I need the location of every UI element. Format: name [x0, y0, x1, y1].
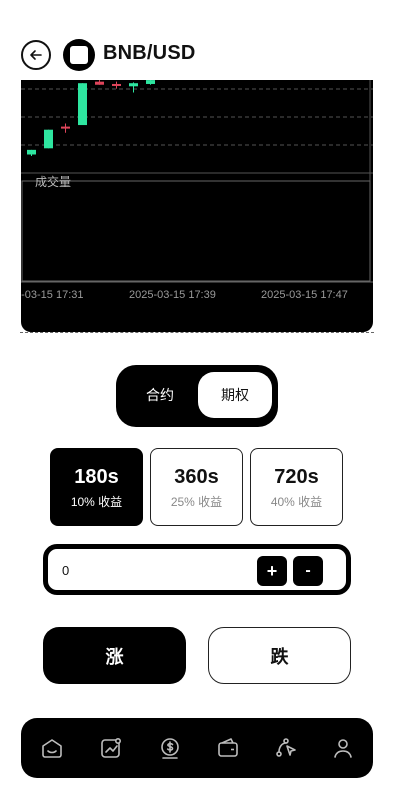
- wallet-icon[interactable]: [216, 736, 240, 760]
- candle-body: [129, 83, 138, 87]
- candle-body: [44, 129, 53, 149]
- price-grid: [21, 88, 373, 146]
- coin-dollar-icon[interactable]: [158, 736, 182, 760]
- candle-body: [27, 149, 36, 155]
- duration-card-720s[interactable]: 720s 40% 收益: [250, 448, 343, 526]
- time-label: 2025-03-15 17:39: [129, 289, 216, 301]
- time-label: 2025-03-15 17:47: [261, 289, 348, 301]
- candle-body: [112, 83, 121, 86]
- buy-up-button[interactable]: 涨: [43, 627, 186, 684]
- candle-body: [78, 83, 87, 126]
- candle-body: [95, 81, 104, 85]
- page-title: BNB/USD: [103, 42, 196, 64]
- tab-options[interactable]: 期权: [198, 372, 272, 418]
- bottom-nav: [21, 718, 373, 778]
- candlestick-chart[interactable]: 成交量 5-03-15 17:31 2025-03-15 17:39 2025-…: [21, 80, 373, 332]
- duration-card-360s[interactable]: 360s 25% 收益: [150, 448, 243, 526]
- duration-yield: 10% 收益: [70, 494, 123, 509]
- back-button[interactable]: [21, 40, 51, 70]
- duration-time: 180s: [74, 465, 119, 488]
- amount-input[interactable]: [60, 556, 244, 584]
- duration-time: 720s: [274, 465, 319, 488]
- volume-pane: [21, 180, 371, 282]
- volume-label: 成交量: [35, 174, 71, 189]
- trade-type-toggle: 合约 期权: [116, 365, 278, 427]
- share-network-icon[interactable]: [274, 736, 298, 760]
- duration-card-180s[interactable]: 180s 10% 收益: [50, 448, 143, 526]
- candle-body: [146, 80, 155, 84]
- tab-contract[interactable]: 合约: [124, 372, 196, 418]
- user-icon[interactable]: [331, 736, 355, 760]
- time-label: 5-03-15 17:31: [21, 289, 84, 301]
- chart-svg: 成交量 5-03-15 17:31 2025-03-15 17:39 2025-…: [21, 80, 373, 301]
- buy-down-button[interactable]: 跌: [208, 627, 351, 684]
- increase-button[interactable]: +: [257, 556, 287, 586]
- arrow-left-icon: [30, 50, 42, 60]
- chart-trend-icon[interactable]: [99, 736, 123, 760]
- divider: [20, 332, 374, 333]
- bnb-coin-icon: [63, 39, 95, 71]
- home-icon[interactable]: [40, 736, 64, 760]
- duration-yield: 25% 收益: [170, 494, 223, 509]
- duration-yield: 40% 收益: [270, 494, 323, 509]
- decrease-button[interactable]: -: [293, 556, 323, 586]
- amount-field: + -: [43, 544, 351, 595]
- candle-body: [61, 126, 70, 129]
- duration-time: 360s: [174, 465, 219, 488]
